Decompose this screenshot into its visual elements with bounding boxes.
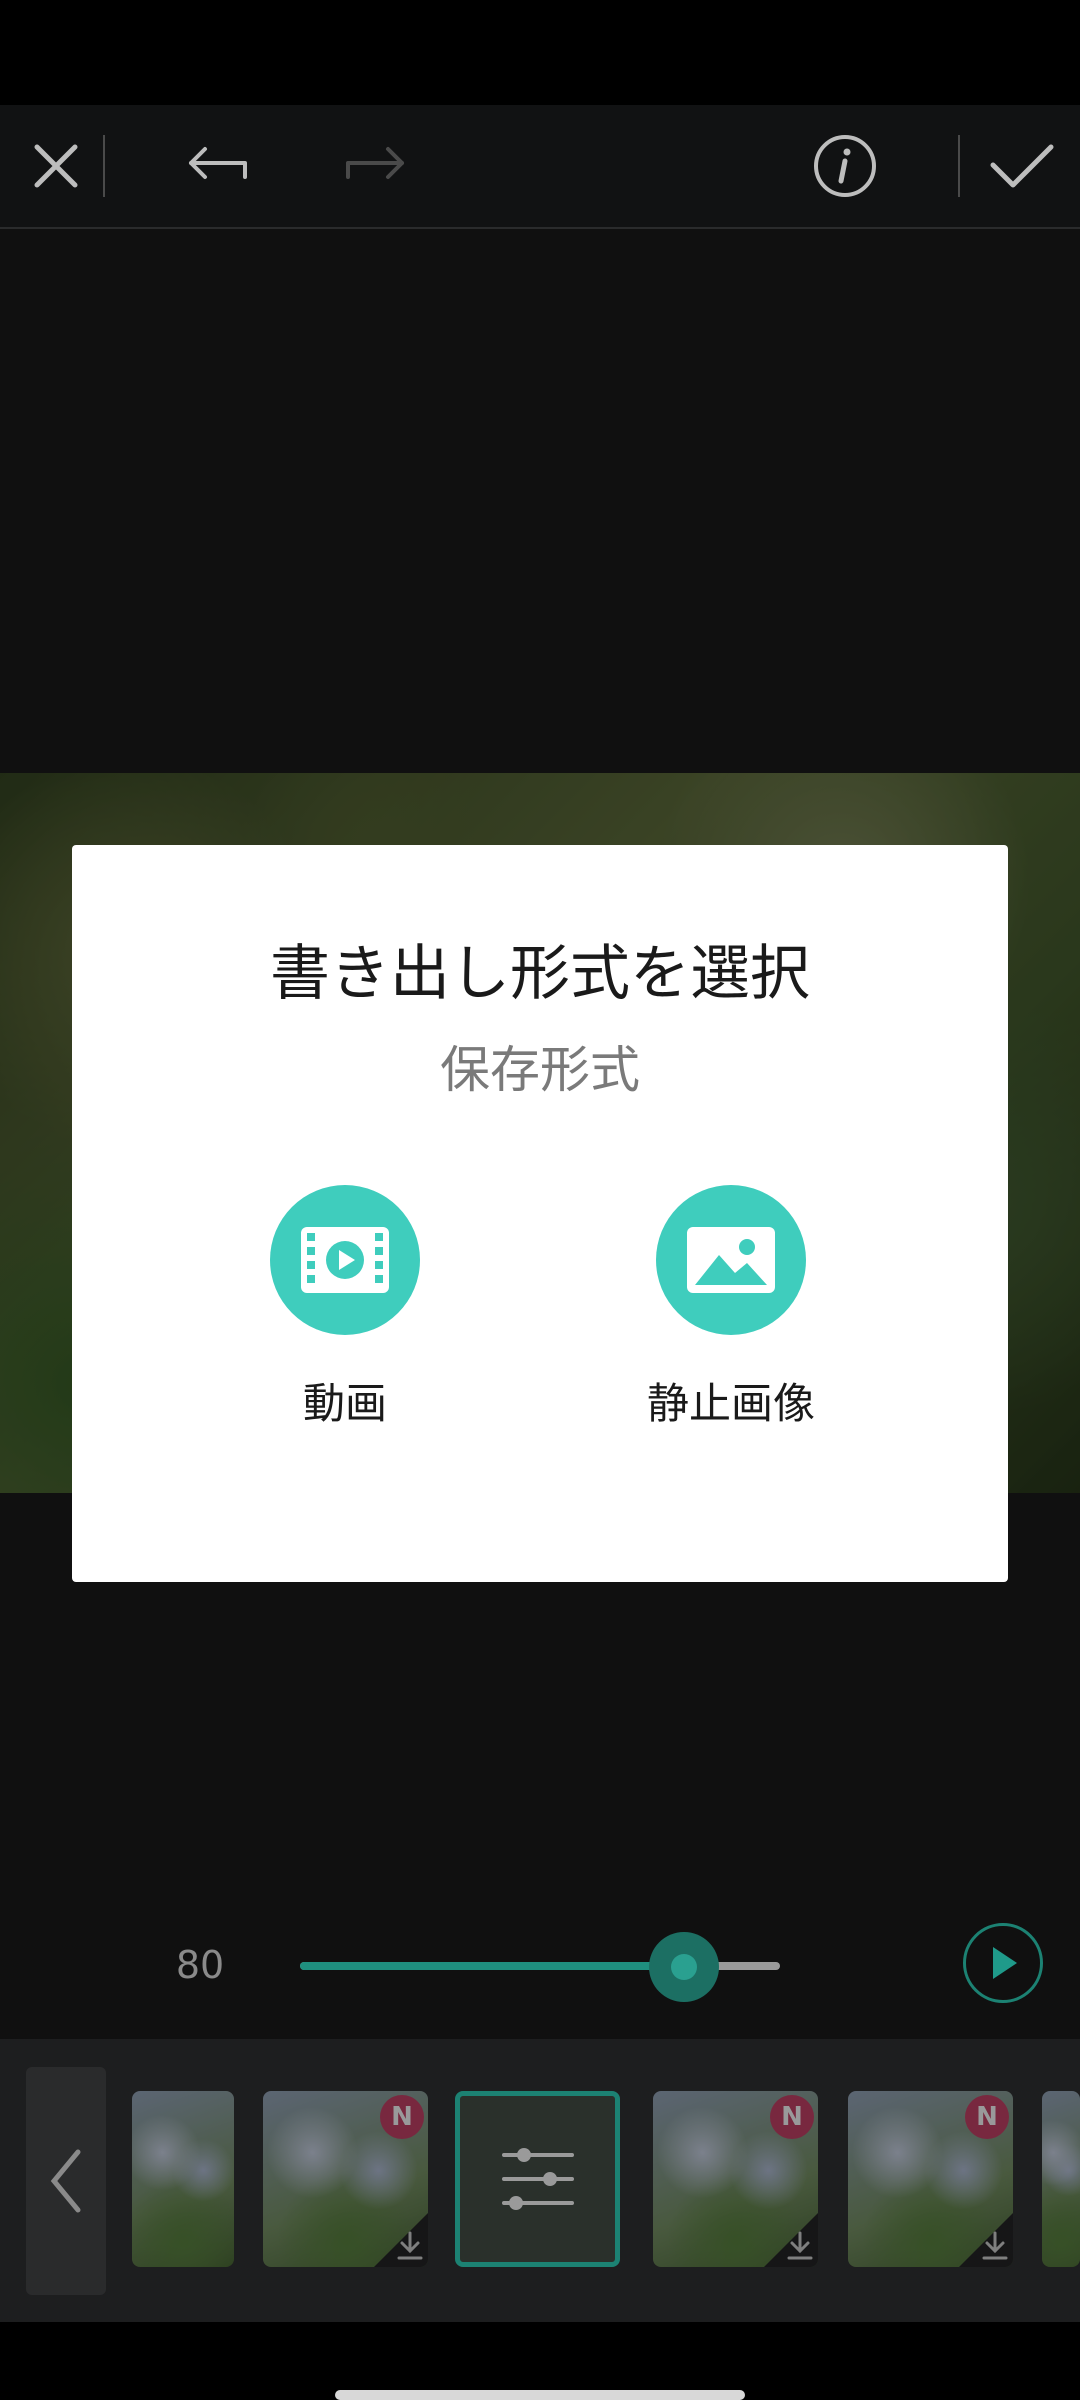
- video-film-icon: [301, 1227, 389, 1293]
- export-video-option[interactable]: 動画: [195, 1185, 495, 1445]
- video-option-circle[interactable]: [270, 1185, 420, 1335]
- export-format-dialog: 書き出し形式を選択 保存形式 動画 静止画像: [72, 845, 1008, 1582]
- dialog-subtitle: 保存形式: [440, 1041, 640, 1099]
- image-option-circle[interactable]: [656, 1185, 806, 1335]
- image-icon: [687, 1227, 775, 1293]
- export-image-option[interactable]: 静止画像: [581, 1185, 881, 1445]
- dialog-title: 書き出し形式を選択: [270, 939, 810, 1009]
- video-option-label: 動画: [302, 1379, 387, 1428]
- image-option-label: 静止画像: [646, 1379, 815, 1428]
